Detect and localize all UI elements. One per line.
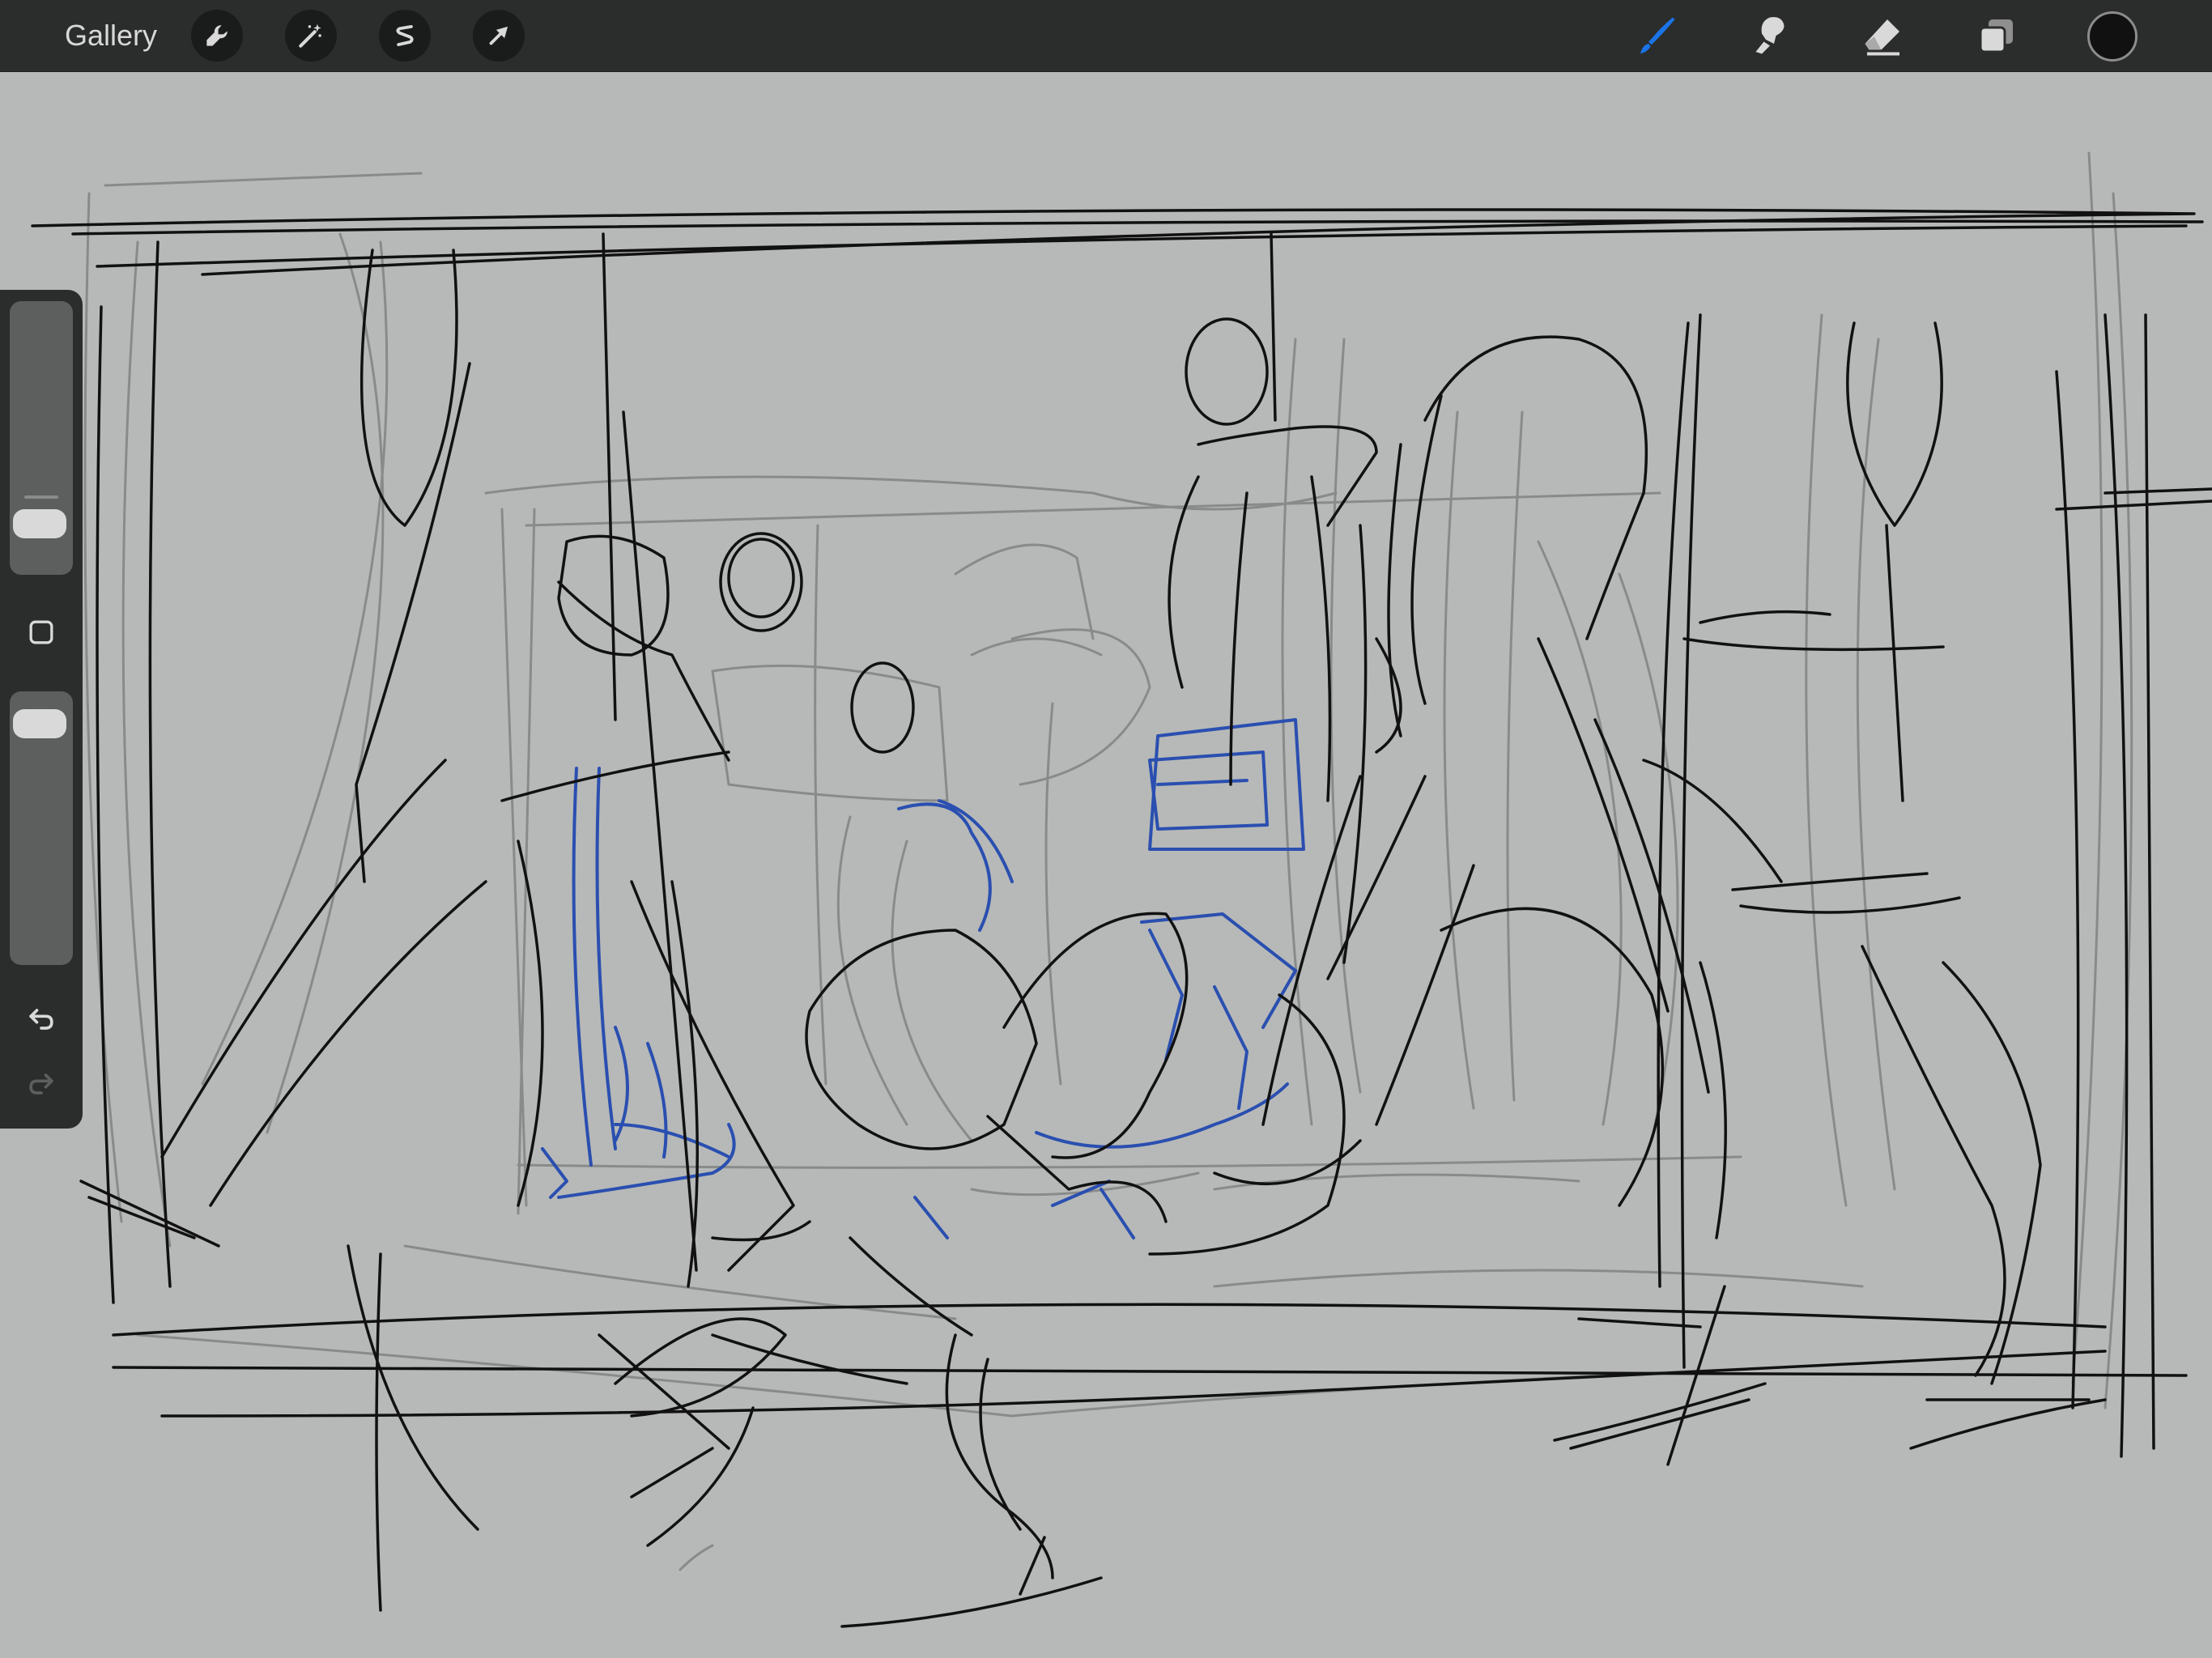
slider-tick [24, 495, 58, 499]
arrow-cursor-icon [489, 26, 508, 45]
layers-icon [1979, 19, 2013, 53]
sketch-dark-layer [31, 208, 2212, 1628]
wrench-icon [206, 25, 228, 46]
redo-icon [29, 1073, 53, 1095]
smudge-icon [1755, 17, 1784, 54]
eraser-icon [1865, 19, 1899, 56]
undo-icon [29, 1009, 53, 1030]
selection-s-icon [396, 25, 414, 46]
color-picker-button[interactable] [2087, 11, 2138, 62]
selection-button[interactable] [379, 10, 431, 62]
opacity-handle[interactable] [13, 708, 66, 738]
top-toolbar: Gallery [0, 0, 2212, 72]
eraser-tool-button[interactable] [1856, 8, 1911, 63]
redo-button[interactable] [19, 1062, 63, 1106]
brush-tool-button[interactable] [1629, 8, 1684, 63]
adjustments-button[interactable] [285, 10, 337, 62]
modify-button[interactable] [19, 610, 63, 654]
square-icon [29, 620, 53, 644]
left-sidebar [0, 290, 83, 1129]
actions-button[interactable] [191, 10, 243, 62]
drawing-canvas[interactable] [0, 72, 2212, 1658]
gallery-button[interactable]: Gallery [65, 0, 157, 71]
brush-icon [1640, 17, 1675, 54]
transform-button[interactable] [473, 10, 525, 62]
smudge-tool-button[interactable] [1742, 8, 1797, 63]
procreate-app: Gallery [0, 0, 2212, 1658]
brush-size-handle[interactable] [13, 508, 66, 538]
magic-wand-icon [299, 23, 321, 48]
sketch-light-layer [83, 151, 2133, 1571]
undo-button[interactable] [19, 997, 63, 1041]
layers-button[interactable] [1969, 8, 2024, 63]
